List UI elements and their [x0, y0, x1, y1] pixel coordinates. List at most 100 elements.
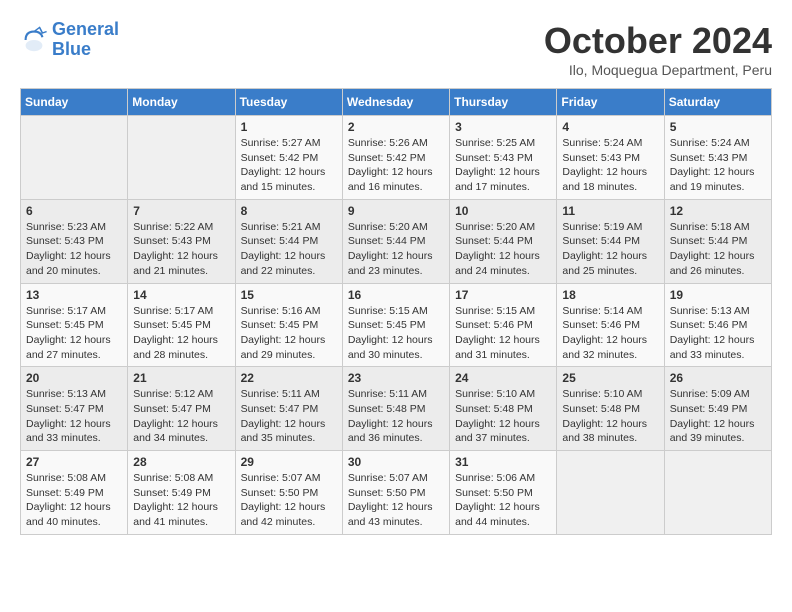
- day-number: 29: [241, 455, 337, 469]
- day-info: Sunrise: 5:26 AMSunset: 5:42 PMDaylight:…: [348, 136, 444, 195]
- day-number: 18: [562, 288, 658, 302]
- calendar-cell: 27 Sunrise: 5:08 AMSunset: 5:49 PMDayligh…: [21, 451, 128, 535]
- day-number: 22: [241, 371, 337, 385]
- day-number: 1: [241, 120, 337, 134]
- calendar-week-row: 27 Sunrise: 5:08 AMSunset: 5:49 PMDayligh…: [21, 451, 772, 535]
- col-wednesday: Wednesday: [342, 89, 449, 116]
- day-info: Sunrise: 5:18 AMSunset: 5:44 PMDaylight:…: [670, 220, 766, 279]
- calendar-cell: [128, 116, 235, 200]
- page-header: General Blue October 2024 Ilo, Moquegua …: [20, 20, 772, 78]
- day-info: Sunrise: 5:17 AMSunset: 5:45 PMDaylight:…: [26, 304, 122, 363]
- calendar-cell: 13Sunrise: 5:17 AMSunset: 5:45 PMDayligh…: [21, 283, 128, 367]
- day-info: Sunrise: 5:21 AMSunset: 5:44 PMDaylight:…: [241, 220, 337, 279]
- day-info: Sunrise: 5:07 AMSunset: 5:50 PMDaylight:…: [348, 471, 444, 530]
- calendar-cell: [21, 116, 128, 200]
- calendar-cell: 4Sunrise: 5:24 AMSunset: 5:43 PMDaylight…: [557, 116, 664, 200]
- day-info: Sunrise: 5:10 AMSunset: 5:48 PMDaylight:…: [455, 387, 551, 446]
- calendar-cell: 2 Sunrise: 5:26 AMSunset: 5:42 PMDaylight…: [342, 116, 449, 200]
- day-info: Sunrise: 5:12 AMSunset: 5:47 PMDaylight:…: [133, 387, 229, 446]
- day-info: Sunrise: 5:14 AMSunset: 5:46 PMDaylight:…: [562, 304, 658, 363]
- day-info: Sunrise: 5:06 AMSunset: 5:50 PMDaylight:…: [455, 471, 551, 530]
- day-number: 23: [348, 371, 444, 385]
- calendar-cell: 16 Sunrise: 5:15 AMSunset: 5:45 PMDayligh…: [342, 283, 449, 367]
- day-number: 27: [26, 455, 122, 469]
- calendar-week-row: 20 Sunrise: 5:13 AMSunset: 5:47 PMDayligh…: [21, 367, 772, 451]
- day-info: Sunrise: 5:19 AMSunset: 5:44 PMDaylight:…: [562, 220, 658, 279]
- day-info: Sunrise: 5:23 AMSunset: 5:43 PMDaylight:…: [26, 220, 122, 279]
- day-info: Sunrise: 5:16 AMSunset: 5:45 PMDaylight:…: [241, 304, 337, 363]
- calendar-cell: 29 Sunrise: 5:07 AMSunset: 5:50 PMDayligh…: [235, 451, 342, 535]
- day-info: Sunrise: 5:24 AMSunset: 5:43 PMDaylight:…: [670, 136, 766, 195]
- day-info: Sunrise: 5:17 AMSunset: 5:45 PMDaylight:…: [133, 304, 229, 363]
- day-info: Sunrise: 5:27 AMSunset: 5:42 PMDaylight:…: [241, 136, 337, 195]
- calendar-cell: 3 Sunrise: 5:25 AMSunset: 5:43 PMDaylight…: [450, 116, 557, 200]
- calendar-cell: [664, 451, 771, 535]
- calendar-table: Sunday Monday Tuesday Wednesday Thursday…: [20, 88, 772, 535]
- day-number: 12: [670, 204, 766, 218]
- calendar-cell: 7Sunrise: 5:22 AMSunset: 5:43 PMDaylight…: [128, 199, 235, 283]
- title-block: October 2024 Ilo, Moquegua Department, P…: [544, 20, 772, 78]
- calendar-cell: 23 Sunrise: 5:11 AMSunset: 5:48 PMDayligh…: [342, 367, 449, 451]
- logo-text: General Blue: [52, 20, 119, 60]
- month-title: October 2024: [544, 20, 772, 62]
- day-info: Sunrise: 5:13 AMSunset: 5:47 PMDaylight:…: [26, 387, 122, 446]
- calendar-cell: 24 Sunrise: 5:10 AMSunset: 5:48 PMDayligh…: [450, 367, 557, 451]
- calendar-cell: 20 Sunrise: 5:13 AMSunset: 5:47 PMDayligh…: [21, 367, 128, 451]
- calendar-cell: 18 Sunrise: 5:14 AMSunset: 5:46 PMDayligh…: [557, 283, 664, 367]
- calendar-week-row: 1 Sunrise: 5:27 AMSunset: 5:42 PMDaylight…: [21, 116, 772, 200]
- day-number: 6: [26, 204, 122, 218]
- day-number: 14: [133, 288, 229, 302]
- calendar-cell: 6 Sunrise: 5:23 AMSunset: 5:43 PMDaylight…: [21, 199, 128, 283]
- day-info: Sunrise: 5:20 AMSunset: 5:44 PMDaylight:…: [348, 220, 444, 279]
- day-info: Sunrise: 5:08 AMSunset: 5:49 PMDaylight:…: [133, 471, 229, 530]
- calendar-cell: 14 Sunrise: 5:17 AMSunset: 5:45 PMDayligh…: [128, 283, 235, 367]
- col-saturday: Saturday: [664, 89, 771, 116]
- day-info: Sunrise: 5:25 AMSunset: 5:43 PMDaylight:…: [455, 136, 551, 195]
- calendar-week-row: 13Sunrise: 5:17 AMSunset: 5:45 PMDayligh…: [21, 283, 772, 367]
- calendar-cell: 9Sunrise: 5:20 AMSunset: 5:44 PMDaylight…: [342, 199, 449, 283]
- day-number: 19: [670, 288, 766, 302]
- calendar-cell: 12 Sunrise: 5:18 AMSunset: 5:44 PMDayligh…: [664, 199, 771, 283]
- col-tuesday: Tuesday: [235, 89, 342, 116]
- logo-line1: General: [52, 19, 119, 39]
- day-number: 21: [133, 371, 229, 385]
- day-number: 30: [348, 455, 444, 469]
- day-number: 31: [455, 455, 551, 469]
- day-number: 7: [133, 204, 229, 218]
- day-number: 24: [455, 371, 551, 385]
- col-thursday: Thursday: [450, 89, 557, 116]
- calendar-week-row: 6 Sunrise: 5:23 AMSunset: 5:43 PMDaylight…: [21, 199, 772, 283]
- calendar-header-row: Sunday Monday Tuesday Wednesday Thursday…: [21, 89, 772, 116]
- calendar-cell: 5Sunrise: 5:24 AMSunset: 5:43 PMDaylight…: [664, 116, 771, 200]
- calendar-cell: 11 Sunrise: 5:19 AMSunset: 5:44 PMDayligh…: [557, 199, 664, 283]
- col-sunday: Sunday: [21, 89, 128, 116]
- day-info: Sunrise: 5:15 AMSunset: 5:46 PMDaylight:…: [455, 304, 551, 363]
- day-number: 20: [26, 371, 122, 385]
- day-info: Sunrise: 5:11 AMSunset: 5:47 PMDaylight:…: [241, 387, 337, 446]
- col-monday: Monday: [128, 89, 235, 116]
- calendar-cell: 28Sunrise: 5:08 AMSunset: 5:49 PMDayligh…: [128, 451, 235, 535]
- day-info: Sunrise: 5:24 AMSunset: 5:43 PMDaylight:…: [562, 136, 658, 195]
- calendar-cell: 30 Sunrise: 5:07 AMSunset: 5:50 PMDayligh…: [342, 451, 449, 535]
- day-number: 2: [348, 120, 444, 134]
- day-number: 3: [455, 120, 551, 134]
- day-number: 11: [562, 204, 658, 218]
- day-info: Sunrise: 5:15 AMSunset: 5:45 PMDaylight:…: [348, 304, 444, 363]
- calendar-cell: 21 Sunrise: 5:12 AMSunset: 5:47 PMDayligh…: [128, 367, 235, 451]
- col-friday: Friday: [557, 89, 664, 116]
- calendar-cell: 8 Sunrise: 5:21 AMSunset: 5:44 PMDaylight…: [235, 199, 342, 283]
- day-number: 8: [241, 204, 337, 218]
- day-number: 10: [455, 204, 551, 218]
- day-info: Sunrise: 5:07 AMSunset: 5:50 PMDaylight:…: [241, 471, 337, 530]
- calendar-cell: 10 Sunrise: 5:20 AMSunset: 5:44 PMDayligh…: [450, 199, 557, 283]
- day-info: Sunrise: 5:09 AMSunset: 5:49 PMDaylight:…: [670, 387, 766, 446]
- day-info: Sunrise: 5:13 AMSunset: 5:46 PMDaylight:…: [670, 304, 766, 363]
- day-number: 26: [670, 371, 766, 385]
- day-info: Sunrise: 5:08 AMSunset: 5:49 PMDaylight:…: [26, 471, 122, 530]
- day-info: Sunrise: 5:20 AMSunset: 5:44 PMDaylight:…: [455, 220, 551, 279]
- day-info: Sunrise: 5:11 AMSunset: 5:48 PMDaylight:…: [348, 387, 444, 446]
- day-info: Sunrise: 5:10 AMSunset: 5:48 PMDaylight:…: [562, 387, 658, 446]
- day-number: 16: [348, 288, 444, 302]
- day-number: 25: [562, 371, 658, 385]
- day-number: 17: [455, 288, 551, 302]
